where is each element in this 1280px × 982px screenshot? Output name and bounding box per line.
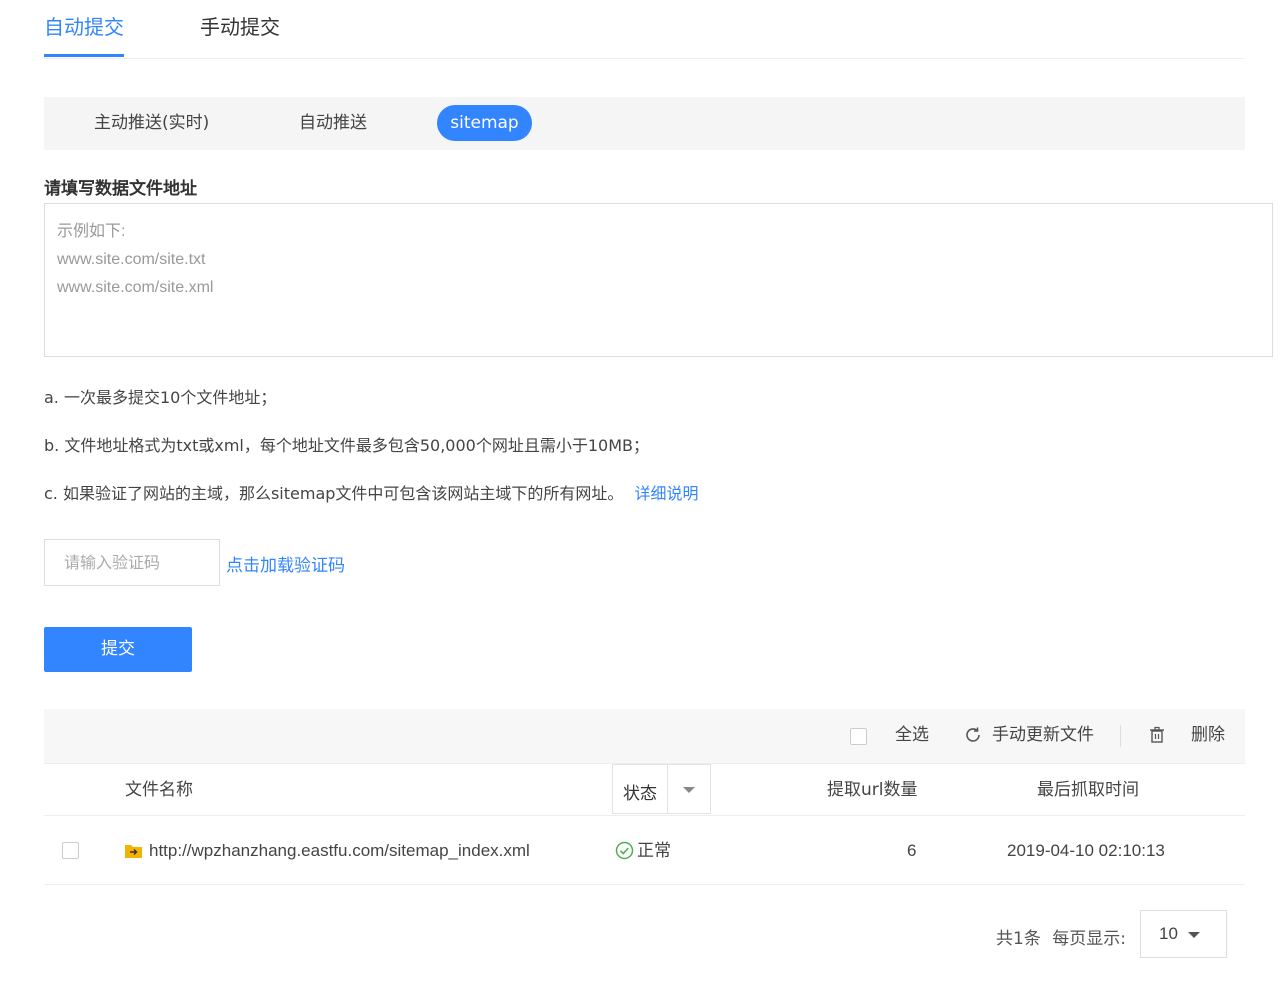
trash-icon[interactable] <box>1147 725 1167 750</box>
status-text: 正常 <box>637 841 671 860</box>
total-count: 共1条 <box>996 929 1041 949</box>
load-captcha-link[interactable]: 点击加载验证码 <box>226 551 345 576</box>
folder-icon <box>124 842 143 864</box>
per-page-label: 每页显示: <box>1052 929 1126 949</box>
submission-tabs: 自动提交 手动提交 <box>44 0 1245 59</box>
details-link[interactable]: 详细说明 <box>635 484 699 503</box>
note-c-text: c. 如果验证了网站的主域，那么sitemap文件中可包含该网站主域下的所有网址… <box>44 484 624 503</box>
placeholder-line: www.site.com/site.txt <box>57 251 206 268</box>
sitemap-file-link[interactable]: http://wpzhanzhang.eastfu.com/sitemap_in… <box>149 840 530 862</box>
row-checkbox[interactable] <box>62 842 79 859</box>
table-toolbar: 全选 手动更新文件 删除 <box>44 709 1245 763</box>
chevron-down-icon[interactable] <box>683 787 695 793</box>
tab-auto-submit[interactable]: 自动提交 <box>44 14 124 57</box>
select-all-checkbox[interactable] <box>850 728 867 745</box>
check-circle-icon <box>615 841 634 865</box>
note-c: c. 如果验证了网站的主域，那么sitemap文件中可包含该网站主域下的所有网址… <box>44 483 699 505</box>
column-file-name: 文件名称 <box>125 780 193 800</box>
manual-refresh-button[interactable]: 手动更新文件 <box>992 724 1094 746</box>
sitemap-url-textarea[interactable]: 示例如下: www.site.com/site.txt www.site.com… <box>44 203 1273 357</box>
table-header: 文件名称 状态 提取url数量 最后抓取时间 <box>44 763 1245 816</box>
per-page-select[interactable]: 10 <box>1140 910 1227 958</box>
tab-manual-submit[interactable]: 手动提交 <box>200 14 280 40</box>
status-filter-divider <box>667 765 668 813</box>
last-fetch-time: 2019-04-10 02:10:13 <box>1007 841 1165 860</box>
subtab-auto-push[interactable]: 自动推送 <box>299 112 367 134</box>
delete-button[interactable]: 删除 <box>1191 724 1225 746</box>
column-status: 状态 <box>623 784 657 804</box>
captcha-input[interactable]: 请输入验证码 <box>44 539 220 586</box>
subtab-active-push[interactable]: 主动推送(实时) <box>94 112 209 134</box>
per-page-value: 10 <box>1159 924 1178 943</box>
toolbar-divider <box>1120 725 1121 747</box>
refresh-icon[interactable] <box>963 725 983 750</box>
submit-method-tabs: 主动推送(实时) 自动推送 sitemap <box>44 97 1245 150</box>
placeholder-line: www.site.com/site.xml <box>57 279 214 296</box>
submit-button[interactable]: 提交 <box>44 627 192 672</box>
select-all-label[interactable]: 全选 <box>895 724 929 746</box>
table-row: http://wpzhanzhang.eastfu.com/sitemap_in… <box>44 816 1245 885</box>
chevron-down-icon <box>1188 932 1200 938</box>
placeholder-line: 示例如下: <box>57 223 126 240</box>
url-count-value: 6 <box>907 841 917 860</box>
url-field-label: 请填写数据文件地址 <box>44 179 197 199</box>
pagination-info: 共1条 每页显示: <box>996 924 1126 949</box>
status-filter-dropdown[interactable]: 状态 <box>612 764 711 814</box>
note-b: b. 文件地址格式为txt或xml，每个地址文件最多包含50,000个网址且需小… <box>44 436 649 455</box>
column-url-count: 提取url数量 <box>827 780 918 800</box>
subtab-sitemap[interactable]: sitemap <box>437 105 532 141</box>
column-last-fetch: 最后抓取时间 <box>1037 780 1139 800</box>
note-a: a. 一次最多提交10个文件地址； <box>44 388 277 407</box>
